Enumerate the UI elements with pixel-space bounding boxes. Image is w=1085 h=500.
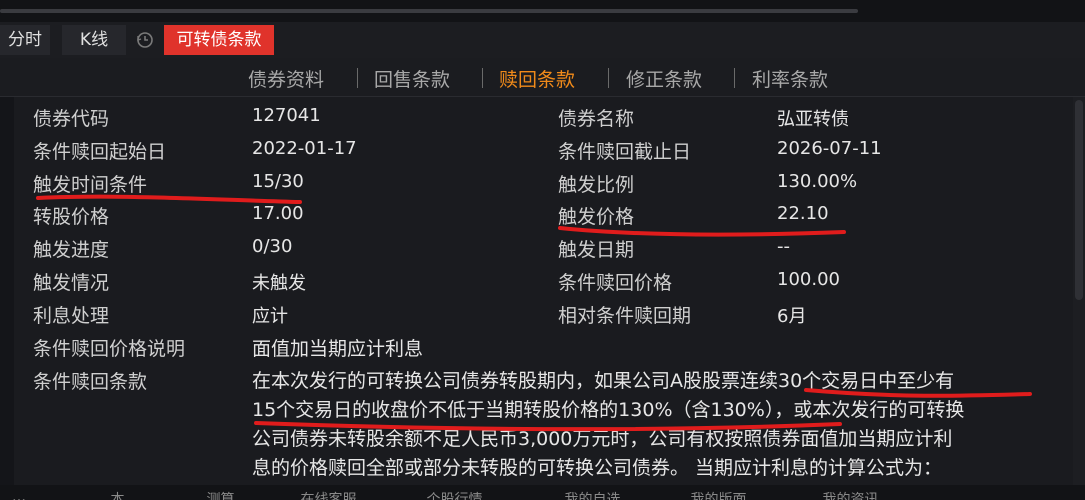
- subnav-revision-terms[interactable]: 修正条款: [626, 65, 702, 92]
- top-progress-track: [0, 9, 858, 13]
- value-conversion-price: 17.00: [252, 203, 304, 224]
- clause-line: 息的价格赎回全部或部分未转股的可转换公司债券。 当期应计利息的计算公式为：: [252, 457, 943, 479]
- label-conversion-price: 转股价格: [33, 206, 110, 228]
- chart-tab-bar: 分时 K线 可转债条款: [0, 22, 1085, 59]
- value-bond-name: 弘亚转债: [777, 109, 849, 130]
- value-trigger-ratio: 130.00%: [777, 171, 858, 192]
- value-relative-period: 6月: [777, 306, 807, 327]
- value-bond-code: 127041: [252, 105, 321, 126]
- label-trigger-date: 触发日期: [558, 239, 635, 261]
- tab-convertible-terms[interactable]: 可转债条款: [164, 25, 274, 55]
- label-trigger-status: 触发情况: [33, 272, 110, 294]
- bottom-toolbar: … … 本… … 测算 … 在线客服 … 个股行情 … 我的自选 … 我的版面 …: [0, 485, 1085, 500]
- label-bond-name: 债券名称: [558, 108, 635, 130]
- subnav-putback-terms[interactable]: 回售条款: [374, 65, 450, 92]
- bottom-item[interactable]: … 我的自选: [546, 489, 620, 500]
- label-call-price: 条件赎回价格: [558, 272, 673, 294]
- subnav-divider: [608, 68, 609, 88]
- label-call-start: 条件赎回起始日: [33, 141, 167, 163]
- bottom-item[interactable]: … 个股行情: [408, 489, 482, 500]
- subnav-bond-info[interactable]: 债券资料: [248, 65, 324, 92]
- label-interest: 利息处理: [33, 305, 110, 327]
- top-strip: [0, 0, 1085, 22]
- tab-kline[interactable]: K线: [62, 25, 126, 55]
- label-relative-period: 相对条件赎回期: [558, 305, 692, 327]
- label-call-clause: 条件赎回条款: [33, 371, 148, 393]
- history-icon[interactable]: [130, 25, 160, 55]
- clause-line: 15个交易日的收盘价不低于当期转股价格的130%（含130%），或本次发行的可转…: [252, 399, 965, 421]
- clause-line: 在本次发行的可转换公司债券转股期内，如果公司A股股票连续30个交易日中至少有: [252, 370, 955, 392]
- label-trigger-progress: 触发进度: [33, 239, 110, 261]
- subnav-divider: [734, 68, 735, 88]
- label-call-end: 条件赎回截止日: [558, 141, 692, 163]
- label-trigger-price: 触发价格: [558, 206, 635, 228]
- bottom-item[interactable]: … 本…: [92, 489, 138, 500]
- subnav-call-terms[interactable]: 赎回条款: [499, 65, 575, 92]
- subnav-divider: [482, 68, 483, 88]
- bottom-item[interactable]: … 我的版面: [672, 489, 746, 500]
- label-trigger-time: 触发时间条件: [33, 174, 148, 196]
- subnav: 债券资料 回售条款 赎回条款 修正条款 利率条款: [0, 58, 1085, 97]
- value-call-price: 100.00: [777, 269, 840, 290]
- label-bond-code: 债券代码: [33, 108, 110, 130]
- scrollbar-thumb[interactable]: [1075, 100, 1083, 300]
- subnav-divider: [357, 68, 358, 88]
- value-trigger-status: 未触发: [252, 273, 306, 294]
- value-trigger-date: --: [777, 236, 790, 257]
- call-clause-text: 在本次发行的可转换公司债券转股期内，如果公司A股股票连续30个交易日中至少有 1…: [252, 367, 1067, 483]
- label-call-price-note: 条件赎回价格说明: [33, 338, 186, 360]
- subnav-interest-terms[interactable]: 利率条款: [752, 65, 828, 92]
- bottom-item[interactable]: …: [12, 489, 26, 500]
- value-call-price-note: 面值加当期应计利息: [252, 338, 424, 360]
- label-trigger-ratio: 触发比例: [558, 174, 635, 196]
- value-interest: 应计: [252, 306, 288, 327]
- value-trigger-price: 22.10: [777, 203, 829, 224]
- tab-fenshi[interactable]: 分时: [0, 25, 50, 55]
- bottom-item[interactable]: … 我的资讯: [804, 489, 878, 500]
- bottom-item[interactable]: … 在线客服: [282, 489, 356, 500]
- clause-line: 公司债券未转股余额不足人民币3,000万元时，公司有权按照债券面值加当期应计利: [252, 428, 953, 450]
- value-trigger-progress: 0/30: [252, 236, 293, 257]
- value-call-start: 2022-01-17: [252, 138, 357, 159]
- value-trigger-time: 15/30: [252, 171, 304, 192]
- bottom-item[interactable]: … 测算: [188, 489, 234, 500]
- left-edge: [0, 97, 14, 485]
- value-call-end: 2026-07-11: [777, 138, 882, 159]
